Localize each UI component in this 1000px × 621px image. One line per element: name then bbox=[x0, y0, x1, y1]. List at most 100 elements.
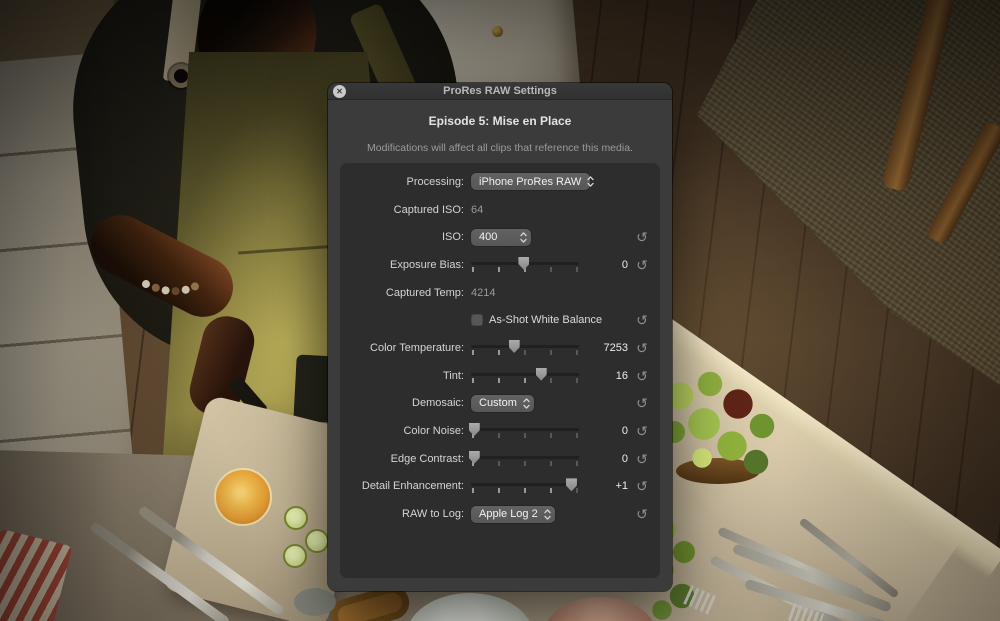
row-captured-temp: Captured Temp: 4214 bbox=[340, 279, 660, 307]
as-shot-white-balance-checkbox[interactable] bbox=[471, 314, 483, 326]
cabinet-knob bbox=[492, 26, 503, 37]
slider-tick bbox=[576, 378, 578, 383]
edge-contrast-value: 0 bbox=[590, 453, 628, 465]
cucumber-slice bbox=[283, 544, 307, 568]
row-edge-contrast: Edge Contrast: 0↺ bbox=[340, 445, 660, 473]
iso-reset-button[interactable]: ↺ bbox=[630, 230, 654, 244]
captured-temp-value: 4214 bbox=[471, 287, 495, 299]
slider-tick bbox=[576, 433, 578, 438]
as-shot-white-balance-checkbox-label: As-Shot White Balance bbox=[489, 314, 602, 326]
color-temperature-label: Color Temperature: bbox=[348, 342, 464, 354]
demosaic-label: Demosaic: bbox=[348, 397, 464, 409]
slider-tick bbox=[472, 350, 474, 355]
slider-tick bbox=[472, 267, 474, 272]
edge-contrast-slider-thumb[interactable] bbox=[469, 451, 480, 464]
processing-dropdown[interactable]: iPhone ProRes RAW bbox=[471, 173, 590, 190]
slider-tick bbox=[498, 488, 500, 493]
slider-tick bbox=[498, 350, 500, 355]
captured-temp-label: Captured Temp: bbox=[348, 287, 464, 299]
row-exposure-bias: Exposure Bias: 0↺ bbox=[340, 251, 660, 279]
exposure-bias-value: 0 bbox=[590, 259, 628, 271]
color-noise-slider-thumb[interactable] bbox=[469, 423, 480, 436]
cucumber-slice bbox=[305, 529, 329, 553]
demosaic-reset-button[interactable]: ↺ bbox=[630, 396, 654, 410]
color-temperature-slider[interactable] bbox=[471, 340, 579, 356]
row-as-shot-white-balance: As-Shot White Balance ↺ bbox=[340, 306, 660, 334]
detail-enhancement-label: Detail Enhancement: bbox=[348, 480, 464, 492]
exposure-bias-label: Exposure Bias: bbox=[348, 259, 464, 271]
exposure-bias-reset-button[interactable]: ↺ bbox=[630, 258, 654, 272]
slider-tick bbox=[576, 461, 578, 466]
row-detail-enhancement: Detail Enhancement: +1↺ bbox=[340, 473, 660, 501]
color-noise-slider[interactable] bbox=[471, 423, 579, 439]
detail-enhancement-slider[interactable] bbox=[471, 478, 579, 494]
settings-panel: Processing: iPhone ProRes RAW Captured ISO… bbox=[340, 163, 660, 578]
iso-dropdown[interactable]: 400 bbox=[471, 229, 531, 246]
slider-tick bbox=[498, 267, 500, 272]
slider-tick bbox=[472, 378, 474, 383]
row-tint: Tint: 16↺ bbox=[340, 362, 660, 390]
demosaic-dropdown-value: Custom bbox=[479, 397, 523, 409]
row-demosaic: Demosaic: Custom ↺ bbox=[340, 390, 660, 418]
gray-dish bbox=[294, 588, 336, 616]
orange-half bbox=[214, 468, 272, 526]
slider-tick bbox=[524, 461, 526, 466]
tint-slider-thumb[interactable] bbox=[536, 368, 547, 381]
slider-tick bbox=[550, 461, 552, 466]
close-button close-icon[interactable]: ✕ bbox=[333, 85, 346, 98]
color-noise-value: 0 bbox=[590, 425, 628, 437]
iso-label: ISO: bbox=[348, 231, 464, 243]
row-raw-to-log: RAW to Log: Apple Log 2 ↺ bbox=[340, 500, 660, 528]
as-shot-white-balance-reset-button[interactable]: ↺ bbox=[630, 313, 654, 327]
updown-chevron-icon bbox=[523, 397, 530, 410]
clip-title: Episode 5: Mise en Place bbox=[328, 114, 672, 128]
color-temperature-slider-thumb[interactable] bbox=[509, 340, 520, 353]
row-captured-iso: Captured ISO:64 bbox=[340, 196, 660, 224]
tint-label: Tint: bbox=[348, 370, 464, 382]
raw-to-log-label: RAW to Log: bbox=[348, 508, 464, 520]
color-temperature-value: 7253 bbox=[590, 342, 628, 354]
row-processing: Processing: iPhone ProRes RAW bbox=[340, 168, 660, 196]
tint-slider[interactable] bbox=[471, 368, 579, 384]
slider-tick bbox=[498, 378, 500, 383]
color-noise-label: Color Noise: bbox=[348, 425, 464, 437]
detail-enhancement-reset-button[interactable]: ↺ bbox=[630, 479, 654, 493]
row-color-temperature: Color Temperature: 7253↺ bbox=[340, 334, 660, 362]
slider-tick bbox=[524, 433, 526, 438]
modification-note: Modifications will affect all clips that… bbox=[328, 142, 672, 154]
screen: ProRes RAW Settings ✕ Episode 5: Mise en… bbox=[0, 0, 1000, 621]
color-noise-reset-button[interactable]: ↺ bbox=[630, 424, 654, 438]
dialog-titlebar[interactable]: ProRes RAW Settings ✕ bbox=[328, 83, 672, 100]
slider-tick bbox=[550, 433, 552, 438]
tint-reset-button[interactable]: ↺ bbox=[630, 369, 654, 383]
edge-contrast-reset-button[interactable]: ↺ bbox=[630, 452, 654, 466]
exposure-bias-slider-thumb[interactable] bbox=[518, 257, 529, 270]
row-iso: ISO: 400 ↺ bbox=[340, 223, 660, 251]
tint-value: 16 bbox=[590, 370, 628, 382]
updown-chevron-icon bbox=[520, 231, 527, 244]
lettuce bbox=[652, 366, 798, 490]
raw-to-log-dropdown[interactable]: Apple Log 2 bbox=[471, 506, 555, 523]
processing-label: Processing: bbox=[348, 176, 464, 188]
detail-enhancement-value: +1 bbox=[590, 480, 628, 492]
edge-contrast-slider[interactable] bbox=[471, 451, 579, 467]
slider-tick bbox=[550, 267, 552, 272]
demosaic-dropdown[interactable]: Custom bbox=[471, 395, 534, 412]
slider-tick bbox=[550, 378, 552, 383]
updown-chevron-icon bbox=[587, 175, 594, 188]
slider-tick bbox=[576, 350, 578, 355]
raw-to-log-reset-button[interactable]: ↺ bbox=[630, 507, 654, 521]
settings-rows: Processing: iPhone ProRes RAW Captured ISO… bbox=[340, 168, 660, 528]
slider-tick bbox=[524, 378, 526, 383]
dialog-title: ProRes RAW Settings bbox=[443, 85, 557, 97]
row-color-noise: Color Noise: 0↺ bbox=[340, 417, 660, 445]
edge-contrast-label: Edge Contrast: bbox=[348, 453, 464, 465]
slider-tick bbox=[498, 433, 500, 438]
slider-tick bbox=[472, 488, 474, 493]
iso-dropdown-value: 400 bbox=[479, 231, 503, 243]
slider-tick bbox=[498, 461, 500, 466]
exposure-bias-slider[interactable] bbox=[471, 257, 579, 273]
updown-chevron-icon bbox=[544, 508, 551, 521]
color-temperature-reset-button[interactable]: ↺ bbox=[630, 341, 654, 355]
slider-tick bbox=[524, 350, 526, 355]
